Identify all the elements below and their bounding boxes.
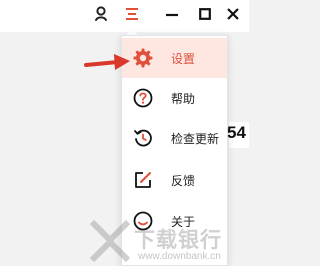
gear-icon <box>132 47 154 69</box>
close-icon <box>227 8 239 20</box>
menu-item-label: 检查更新 <box>171 131 220 146</box>
menu-item-about[interactable]: 关于 <box>122 201 227 241</box>
dropdown-menu: 设置 帮助 检查更新 反馈 关于 <box>121 35 228 266</box>
menu-item-label: 关于 <box>171 214 196 229</box>
close-button[interactable] <box>222 0 244 28</box>
user-button[interactable] <box>91 0 111 28</box>
user-icon <box>95 6 107 21</box>
menu-item-check-update[interactable]: 检查更新 <box>122 118 227 158</box>
menu-item-label: 帮助 <box>171 91 196 106</box>
minimize-button[interactable] <box>163 0 181 28</box>
pointer-arrow-icon <box>84 54 130 70</box>
menu-item-help[interactable]: 帮助 <box>122 78 227 118</box>
main-menu-button[interactable] <box>122 0 142 28</box>
help-icon <box>132 87 154 109</box>
menu-item-settings[interactable]: 设置 <box>122 38 227 78</box>
edit-icon <box>132 169 154 191</box>
maximize-icon <box>199 8 211 20</box>
menu-item-label: 反馈 <box>171 173 196 188</box>
content-number: 54 <box>227 123 246 142</box>
maximize-button[interactable] <box>196 0 214 28</box>
hamburger-menu-icon <box>126 8 138 20</box>
about-icon <box>132 210 154 232</box>
minimize-icon <box>166 13 178 17</box>
menu-item-label: 设置 <box>171 51 196 66</box>
title-bar <box>0 0 249 32</box>
refresh-icon <box>132 127 154 149</box>
menu-item-feedback[interactable]: 反馈 <box>122 160 227 200</box>
